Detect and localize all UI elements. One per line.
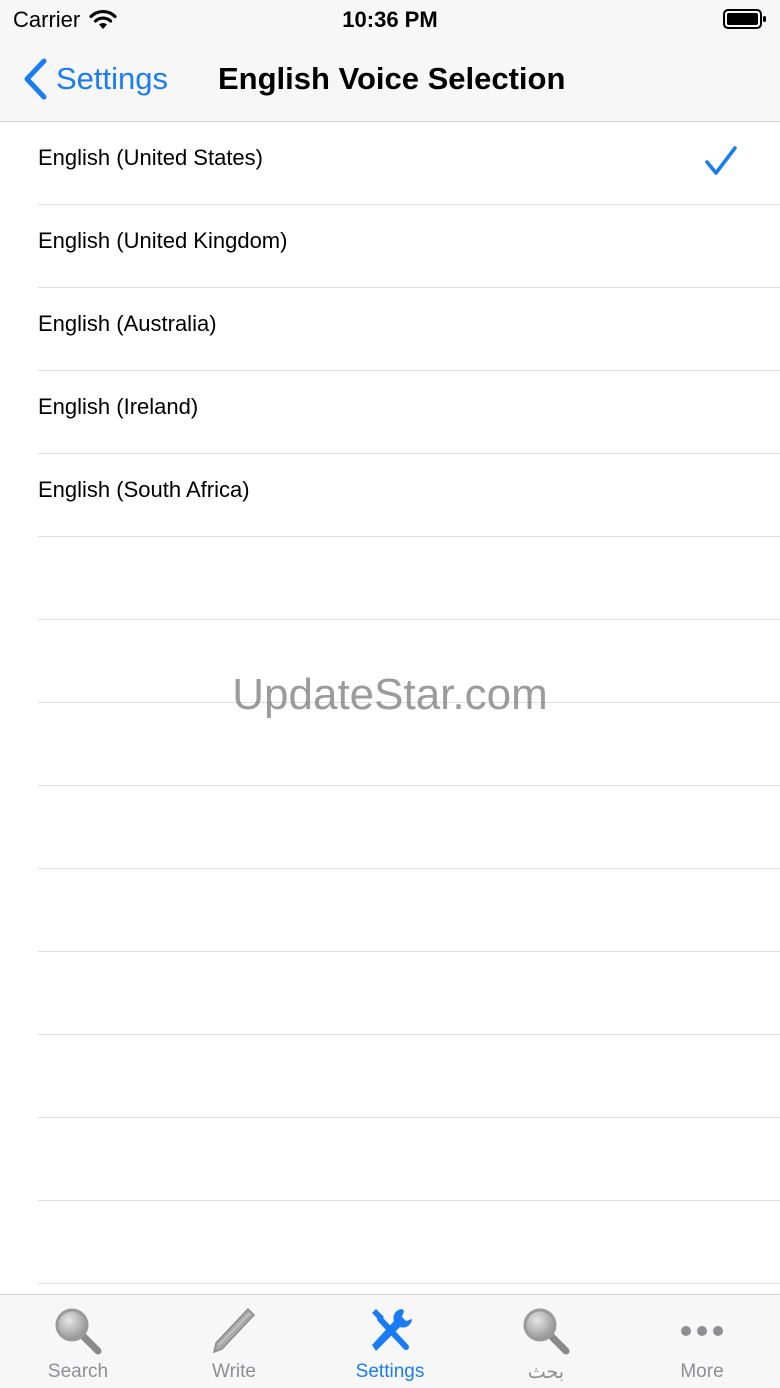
back-button-label: Settings: [56, 61, 169, 96]
empty-row: [38, 869, 780, 952]
empty-row: [38, 1201, 780, 1284]
more-dots-icon: [681, 1326, 723, 1336]
list-item-label: English (Ireland): [38, 394, 199, 419]
magnifier-icon: [523, 1308, 570, 1355]
list-item-united-kingdom[interactable]: English (United Kingdom): [38, 205, 780, 288]
back-button[interactable]: Settings: [22, 58, 168, 100]
navigation-bar: Settings English Voice Selection: [0, 40, 780, 122]
empty-row: [38, 1284, 780, 1294]
tab-label: Write: [212, 1361, 256, 1382]
list-item-south-africa[interactable]: English (South Africa): [38, 454, 780, 537]
empty-row: [38, 620, 780, 703]
battery-icon: [723, 9, 766, 29]
tools-icon: [372, 1309, 412, 1351]
list-item-label: English (South Africa): [38, 477, 250, 502]
status-time: 10:36 PM: [342, 7, 438, 32]
tab-write[interactable]: Write: [156, 1295, 312, 1388]
tab-search[interactable]: Search: [0, 1295, 156, 1388]
list-item-ireland[interactable]: English (Ireland): [38, 371, 780, 454]
tab-more[interactable]: More: [624, 1295, 780, 1388]
empty-row: [38, 703, 780, 786]
list-item-australia[interactable]: English (Australia): [38, 288, 780, 371]
tab-bar: Search Write Settings بحث More: [0, 1294, 780, 1388]
voice-list: English (United States) English (United …: [0, 122, 780, 1294]
tab-label: Search: [47, 1361, 109, 1382]
list-item-united-states[interactable]: English (United States): [38, 122, 780, 205]
empty-row: [38, 537, 780, 620]
empty-row: [38, 786, 780, 869]
tab-label: More: [680, 1361, 724, 1382]
list-item-label: English (United States): [38, 145, 263, 170]
status-bar: Carrier 10:36 PM: [0, 0, 780, 40]
magnifier-icon: [55, 1308, 102, 1355]
tab-arabic-search[interactable]: بحث: [468, 1295, 624, 1388]
empty-row: [38, 1035, 780, 1118]
tab-label: بحث: [527, 1362, 565, 1383]
page-title: English Voice Selection: [218, 61, 566, 96]
chevron-left-icon: [24, 58, 47, 100]
tab-label: Settings: [355, 1361, 425, 1382]
empty-row: [38, 952, 780, 1035]
list-item-label: English (Australia): [38, 311, 217, 336]
checkmark-icon: [705, 146, 737, 175]
tab-settings[interactable]: Settings: [312, 1295, 468, 1388]
pencil-icon: [212, 1307, 256, 1354]
empty-row: [38, 1118, 780, 1201]
list-item-label: English (United Kingdom): [38, 228, 288, 253]
